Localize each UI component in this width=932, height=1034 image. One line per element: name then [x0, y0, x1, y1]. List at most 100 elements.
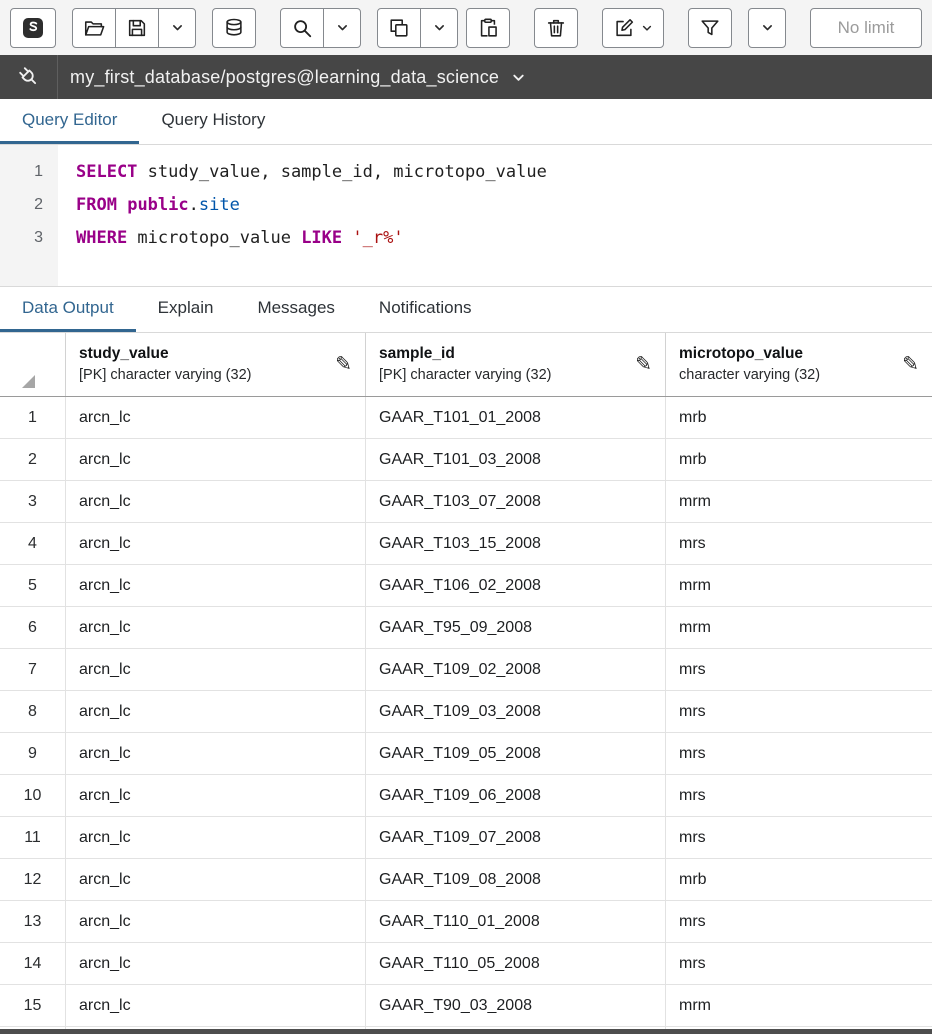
row-number-cell[interactable]: 12	[0, 859, 65, 900]
column-header-study-value[interactable]: study_value [PK] character varying (32) …	[65, 333, 365, 396]
table-row[interactable]: 1arcn_lcGAAR_T101_01_2008mrb	[0, 397, 932, 439]
table-row[interactable]: 6arcn_lcGAAR_T95_09_2008mrm	[0, 607, 932, 649]
tab-query-editor[interactable]: Query Editor	[0, 99, 139, 144]
row-number-cell[interactable]: 4	[0, 523, 65, 564]
data-cell[interactable]: arcn_lc	[65, 985, 365, 1026]
edit-menu-button[interactable]	[602, 8, 664, 48]
data-cell[interactable]: arcn_lc	[65, 817, 365, 858]
find-button[interactable]	[280, 8, 324, 48]
row-number-cell[interactable]: 7	[0, 649, 65, 690]
data-cell[interactable]: arcn_lc	[65, 901, 365, 942]
data-cell[interactable]: mrs	[665, 901, 932, 942]
save-data-changes-button[interactable]	[212, 8, 256, 48]
data-cell[interactable]: GAAR_T110_05_2008	[365, 943, 665, 984]
row-number-cell[interactable]: 3	[0, 481, 65, 522]
row-limit-button[interactable]: No limit	[810, 8, 922, 48]
data-cell[interactable]: mrm	[665, 565, 932, 606]
table-row[interactable]: 13arcn_lcGAAR_T110_01_2008mrs	[0, 901, 932, 943]
tab-explain[interactable]: Explain	[136, 287, 236, 332]
data-cell[interactable]: mrs	[665, 775, 932, 816]
row-number-cell[interactable]: 15	[0, 985, 65, 1026]
data-cell[interactable]: GAAR_T109_03_2008	[365, 691, 665, 732]
row-number-cell[interactable]: 9	[0, 733, 65, 774]
data-cell[interactable]: mrs	[665, 733, 932, 774]
data-cell[interactable]: mrs	[665, 691, 932, 732]
save-file-button[interactable]	[115, 8, 159, 48]
data-cell[interactable]: mrs	[665, 649, 932, 690]
data-cell[interactable]: GAAR_T103_07_2008	[365, 481, 665, 522]
column-header-microtopo-value[interactable]: microtopo_value character varying (32) ✎	[665, 333, 932, 396]
data-cell[interactable]: GAAR_T101_03_2008	[365, 439, 665, 480]
code-line[interactable]: 1SELECT study_value, sample_id, microtop…	[0, 155, 932, 188]
table-row[interactable]: 11arcn_lcGAAR_T109_07_2008mrs	[0, 817, 932, 859]
table-row[interactable]: 12arcn_lcGAAR_T109_08_2008mrb	[0, 859, 932, 901]
data-cell[interactable]: GAAR_T110_01_2008	[365, 901, 665, 942]
data-cell[interactable]: arcn_lc	[65, 691, 365, 732]
edit-column-icon[interactable]: ✎	[902, 354, 919, 374]
data-cell[interactable]: arcn_lc	[65, 733, 365, 774]
filter-button[interactable]	[688, 8, 732, 48]
table-row[interactable]: 2arcn_lcGAAR_T101_03_2008mrb	[0, 439, 932, 481]
paste-button[interactable]	[466, 8, 510, 48]
data-cell[interactable]: GAAR_T101_01_2008	[365, 397, 665, 438]
data-cell[interactable]: mrm	[665, 607, 932, 648]
data-cell[interactable]: GAAR_T109_08_2008	[365, 859, 665, 900]
edit-column-icon[interactable]: ✎	[335, 354, 352, 374]
data-cell[interactable]: arcn_lc	[65, 565, 365, 606]
copy-button[interactable]	[377, 8, 421, 48]
data-cell[interactable]: mrm	[665, 481, 932, 522]
table-row[interactable]: 15arcn_lcGAAR_T90_03_2008mrm	[0, 985, 932, 1027]
query-tool-button[interactable]	[10, 8, 56, 48]
table-row[interactable]: 7arcn_lcGAAR_T109_02_2008mrs	[0, 649, 932, 691]
sql-editor[interactable]: 1SELECT study_value, sample_id, microtop…	[0, 145, 932, 287]
table-row[interactable]: 14arcn_lcGAAR_T110_05_2008mrs	[0, 943, 932, 985]
row-number-cell[interactable]: 14	[0, 943, 65, 984]
data-cell[interactable]: arcn_lc	[65, 397, 365, 438]
row-number-cell[interactable]: 8	[0, 691, 65, 732]
data-cell[interactable]: mrm	[665, 985, 932, 1026]
data-cell[interactable]: arcn_lc	[65, 439, 365, 480]
data-cell[interactable]: GAAR_T95_09_2008	[365, 607, 665, 648]
copy-options-button[interactable]	[420, 8, 458, 48]
data-cell[interactable]: arcn_lc	[65, 649, 365, 690]
table-row[interactable]: 8arcn_lcGAAR_T109_03_2008mrs	[0, 691, 932, 733]
row-number-cell[interactable]: 2	[0, 439, 65, 480]
data-cell[interactable]: GAAR_T106_02_2008	[365, 565, 665, 606]
open-file-button[interactable]	[72, 8, 116, 48]
row-number-cell[interactable]: 10	[0, 775, 65, 816]
column-header-sample-id[interactable]: sample_id [PK] character varying (32) ✎	[365, 333, 665, 396]
data-cell[interactable]: arcn_lc	[65, 481, 365, 522]
data-cell[interactable]: arcn_lc	[65, 607, 365, 648]
delete-button[interactable]	[534, 8, 578, 48]
data-cell[interactable]: mrb	[665, 439, 932, 480]
data-cell[interactable]: GAAR_T109_07_2008	[365, 817, 665, 858]
select-all-corner[interactable]	[0, 333, 65, 396]
data-cell[interactable]: arcn_lc	[65, 859, 365, 900]
save-options-button[interactable]	[158, 8, 196, 48]
data-cell[interactable]: mrb	[665, 859, 932, 900]
table-row[interactable]: 4arcn_lcGAAR_T103_15_2008mrs	[0, 523, 932, 565]
filter-options-button[interactable]	[748, 8, 786, 48]
data-cell[interactable]: arcn_lc	[65, 943, 365, 984]
data-cell[interactable]: mrs	[665, 523, 932, 564]
data-cell[interactable]: arcn_lc	[65, 775, 365, 816]
connection-selector[interactable]: my_first_database/postgres@learning_data…	[58, 67, 526, 88]
data-cell[interactable]: GAAR_T103_15_2008	[365, 523, 665, 564]
tab-notifications[interactable]: Notifications	[357, 287, 494, 332]
code-line[interactable]: 2FROM public.site	[0, 188, 932, 221]
table-row[interactable]: 3arcn_lcGAAR_T103_07_2008mrm	[0, 481, 932, 523]
row-number-cell[interactable]: 1	[0, 397, 65, 438]
data-cell[interactable]: GAAR_T90_03_2008	[365, 985, 665, 1026]
data-cell[interactable]: mrb	[665, 397, 932, 438]
table-row[interactable]: 9arcn_lcGAAR_T109_05_2008mrs	[0, 733, 932, 775]
row-number-cell[interactable]: 6	[0, 607, 65, 648]
table-row[interactable]: 10arcn_lcGAAR_T109_06_2008mrs	[0, 775, 932, 817]
tab-query-history[interactable]: Query History	[139, 99, 287, 144]
data-cell[interactable]: mrs	[665, 817, 932, 858]
row-number-cell[interactable]: 13	[0, 901, 65, 942]
data-cell[interactable]: arcn_lc	[65, 523, 365, 564]
data-cell[interactable]: GAAR_T109_06_2008	[365, 775, 665, 816]
data-cell[interactable]: GAAR_T109_05_2008	[365, 733, 665, 774]
table-row[interactable]: 5arcn_lcGAAR_T106_02_2008mrm	[0, 565, 932, 607]
code-line[interactable]: 3WHERE microtopo_value LIKE '_r%'	[0, 221, 932, 254]
